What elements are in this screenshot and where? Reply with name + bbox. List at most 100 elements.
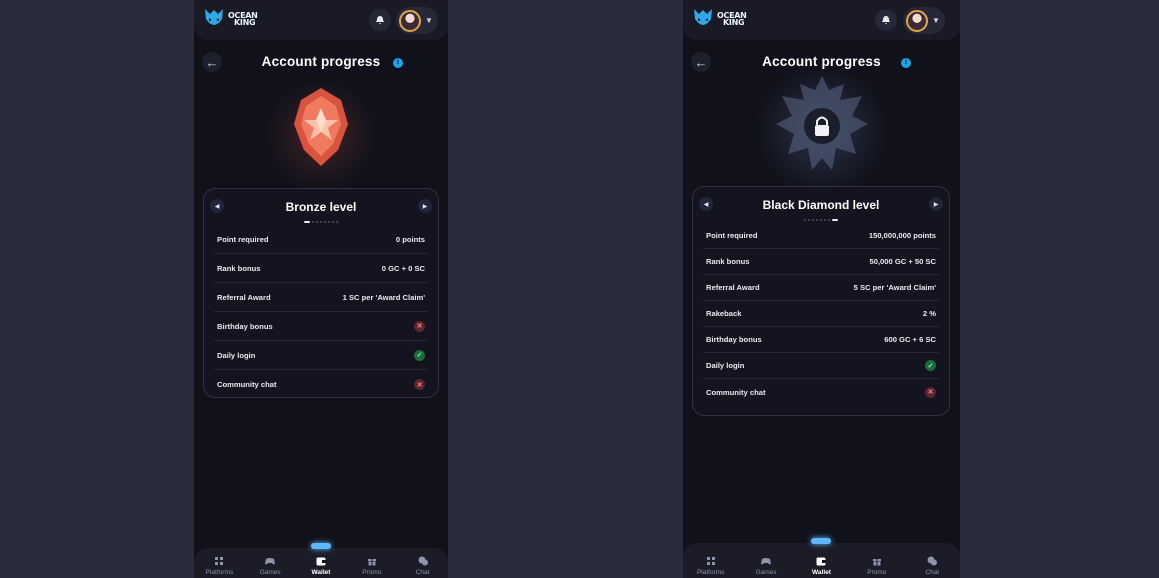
- pagination-dot[interactable]: [312, 221, 314, 223]
- pagination-dot[interactable]: [832, 219, 838, 221]
- detail-label: Birthday bonus: [217, 321, 273, 331]
- pagination-dot[interactable]: [804, 219, 806, 221]
- level-badge: [683, 74, 960, 180]
- pagination-dot[interactable]: [828, 219, 830, 221]
- bottom-navigation: Platforms Games Wallet Promo Chat: [683, 538, 960, 578]
- pagination-dot[interactable]: [304, 221, 310, 223]
- cross-icon: ✕: [414, 320, 425, 332]
- info-icon[interactable]: i: [393, 58, 403, 68]
- check-icon: ✓: [414, 349, 425, 361]
- pagination-dot[interactable]: [816, 219, 818, 221]
- page-header: ← Account progress i: [194, 50, 448, 74]
- active-indicator: [310, 543, 331, 549]
- nav-item-promo[interactable]: Promo: [857, 543, 897, 578]
- detail-label: Rank bonus: [706, 257, 750, 266]
- wallet-icon: [816, 557, 826, 566]
- detail-label: Point required: [706, 231, 758, 240]
- detail-value: 600 GC + 6 SC: [884, 335, 936, 344]
- nav-item-chat[interactable]: Chat: [912, 543, 952, 578]
- level-name: Bronze level: [285, 200, 357, 214]
- pagination-dot[interactable]: [316, 221, 318, 223]
- nav-item-platforms[interactable]: Platforms: [691, 543, 731, 578]
- nav-label: Games: [259, 569, 281, 576]
- pagination-dot[interactable]: [812, 219, 814, 221]
- detail-row: Birthday bonus 600 GC + 6 SC: [703, 327, 939, 353]
- detail-value: 5 SC per 'Award Claim': [853, 283, 936, 292]
- pagination-dot[interactable]: [824, 219, 826, 221]
- bottom-navigation: Platforms Games Wallet Promo Chat: [194, 543, 448, 578]
- top-bar: OCEAN KING ▼: [194, 0, 448, 40]
- nav-item-wallet[interactable]: Wallet: [301, 543, 341, 578]
- nav-item-wallet[interactable]: Wallet: [801, 538, 841, 578]
- locked-badge-icon: [775, 76, 868, 170]
- notifications-button[interactable]: [875, 9, 897, 31]
- detail-label: Community chat: [217, 380, 277, 389]
- active-indicator: [811, 538, 832, 544]
- level-details: Point required 150,000,000 points Rank bon…: [693, 223, 949, 405]
- detail-row: Rakeback 2 %: [703, 301, 939, 327]
- detail-value: 0 GC + 0 SC: [381, 263, 425, 273]
- level-badge: [194, 86, 448, 168]
- ocean-king-logo[interactable]: OCEAN KING: [203, 7, 258, 31]
- detail-row: Community chat ✕: [214, 370, 428, 399]
- bell-icon: [882, 16, 890, 25]
- next-level-button[interactable]: ▶: [929, 197, 943, 211]
- nav-label: Wallet: [812, 569, 831, 576]
- pagination-dot[interactable]: [324, 221, 326, 223]
- detail-label: Birthday bonus: [706, 335, 762, 344]
- detail-label: Rank bonus: [217, 263, 261, 273]
- detail-label: Rakeback: [706, 309, 742, 318]
- detail-row: Referral Award 5 SC per 'Award Claim': [703, 275, 939, 301]
- nav-item-promo[interactable]: Promo: [352, 548, 392, 578]
- avatar: [906, 9, 928, 32]
- detail-value: 0 points: [395, 234, 425, 244]
- nav-item-platforms[interactable]: Platforms: [199, 548, 239, 578]
- detail-row: Birthday bonus ✕: [214, 312, 428, 341]
- next-level-button[interactable]: ▶: [418, 199, 432, 213]
- nav-item-games[interactable]: Games: [746, 543, 786, 578]
- gamepad-icon: [761, 558, 772, 565]
- phone-screen-black-diamond: OCEAN KING ▼ ← Account progress i ◀ Blac…: [683, 0, 960, 578]
- pagination-dot[interactable]: [320, 221, 322, 223]
- chevron-down-icon: ▼: [932, 16, 940, 25]
- bronze-badge-icon: [294, 88, 348, 166]
- nav-label: Wallet: [311, 569, 331, 576]
- pagination-dot[interactable]: [808, 219, 810, 221]
- detail-row: Referral Award 1 SC per 'Award Claim': [214, 283, 428, 312]
- detail-value: 150,000,000 points: [868, 231, 936, 240]
- page-title: Account progress: [762, 54, 881, 69]
- platforms-icon: [706, 557, 715, 565]
- pagination-dot[interactable]: [332, 221, 334, 223]
- pagination-dot[interactable]: [328, 221, 330, 223]
- wallet-icon: [316, 557, 326, 566]
- detail-label: Community chat: [706, 387, 766, 397]
- detail-label: Daily login: [217, 350, 256, 360]
- gift-icon: [872, 558, 881, 566]
- pagination-dot[interactable]: [336, 221, 338, 223]
- nav-item-games[interactable]: Games: [250, 548, 290, 578]
- detail-row: Daily login ✓: [703, 353, 939, 379]
- detail-label: Point required: [217, 234, 269, 244]
- gift-icon: [367, 558, 376, 566]
- profile-menu-button[interactable]: ▼: [396, 7, 438, 34]
- detail-value: 2 %: [922, 309, 936, 318]
- nav-label: Chat: [925, 569, 940, 576]
- chevron-right-icon: ▶: [422, 203, 428, 210]
- level-pagination: [693, 219, 949, 221]
- nav-label: Chat: [415, 569, 430, 576]
- detail-row: Daily login ✓: [214, 341, 428, 370]
- logo-mark-icon: [205, 9, 223, 25]
- info-icon[interactable]: i: [901, 58, 911, 68]
- detail-label: Referral Award: [706, 283, 760, 292]
- profile-menu-button[interactable]: ▼: [903, 7, 945, 34]
- detail-label: Daily login: [706, 361, 745, 370]
- ocean-king-logo[interactable]: OCEAN KING: [692, 7, 747, 31]
- pagination-dot[interactable]: [820, 219, 822, 221]
- detail-value: 1 SC per 'Award Claim': [342, 292, 425, 302]
- page-title: Account progress: [261, 54, 381, 69]
- nav-item-chat[interactable]: Chat: [403, 548, 443, 578]
- detail-row: Community chat ✕: [703, 379, 939, 405]
- nav-label: Games: [755, 569, 777, 576]
- notifications-button[interactable]: [369, 9, 391, 31]
- detail-value: 50,000 GC + 50 SC: [869, 257, 937, 266]
